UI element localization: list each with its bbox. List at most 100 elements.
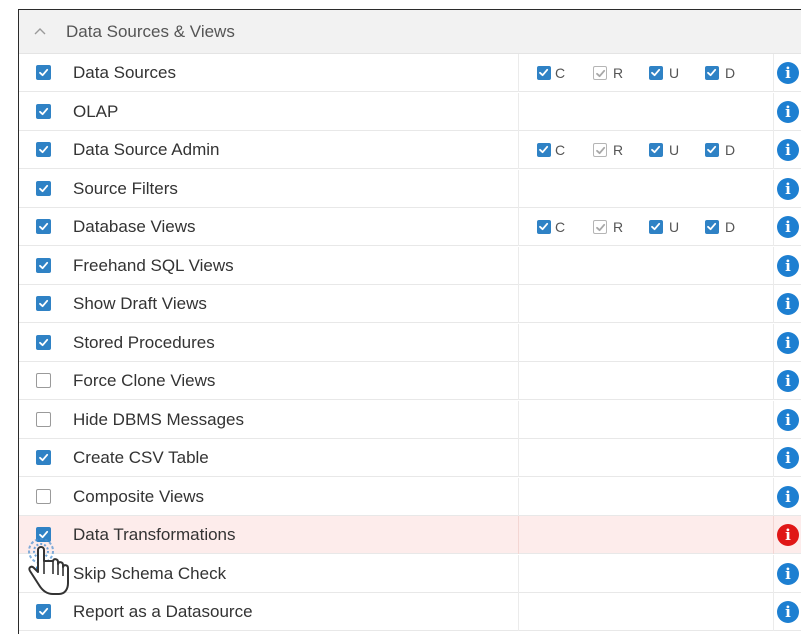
crud-checkbox-u[interactable] (649, 220, 663, 234)
section-title: Data Sources & Views (66, 22, 235, 41)
crud-label-u: U (669, 142, 680, 158)
crud-checkbox-r[interactable] (593, 220, 607, 234)
crud-checkbox-u[interactable] (649, 143, 663, 157)
info-icon[interactable]: i (777, 255, 799, 277)
checkbox-data-sources[interactable] (36, 65, 51, 80)
column-divider (773, 516, 774, 554)
permission-label: Force Clone Views (73, 371, 216, 390)
checkbox-data-transformations[interactable] (36, 527, 51, 542)
panel-border-top (18, 9, 801, 10)
info-icon[interactable]: i (777, 601, 799, 623)
checkbox-source-filters[interactable] (36, 181, 51, 196)
info-icon[interactable]: i (777, 332, 799, 354)
crud-checkbox-r[interactable] (593, 143, 607, 157)
permission-row-olap: OLAP i (19, 93, 801, 131)
info-icon[interactable]: i (777, 178, 799, 200)
checkbox-show-draft-views[interactable] (36, 296, 51, 311)
crud-label-d: D (725, 142, 736, 158)
permission-label: Stored Procedures (73, 333, 215, 352)
crud-checkbox-c[interactable] (537, 66, 551, 80)
permission-label: Skip Schema Check (73, 564, 227, 583)
permission-row-data-transformations: Data Transformations i (19, 516, 801, 554)
checkbox-database-views[interactable] (36, 219, 51, 234)
permission-label: Show Draft Views (73, 294, 207, 313)
info-icon[interactable]: i (777, 101, 799, 123)
chevron-up-icon[interactable] (33, 24, 47, 38)
column-divider (518, 324, 519, 362)
crud-checkbox-d[interactable] (705, 66, 719, 80)
crud-label-c: C (555, 219, 566, 235)
permission-row-freehand-sql-views: Freehand SQL Views i (19, 247, 801, 285)
column-divider (773, 324, 774, 362)
checkbox-freehand-sql-views[interactable] (36, 258, 51, 273)
column-divider (518, 439, 519, 477)
info-icon[interactable]: i (777, 293, 799, 315)
checkbox-report-as-a-datasource[interactable] (36, 604, 51, 619)
crud-label-c: C (555, 65, 566, 81)
crud-checkbox-d[interactable] (705, 220, 719, 234)
permission-label: Report as a Datasource (73, 602, 253, 621)
column-divider (773, 401, 774, 439)
crud-checkbox-d[interactable] (705, 143, 719, 157)
column-divider (773, 439, 774, 477)
column-divider (773, 285, 774, 323)
permission-label: OLAP (73, 102, 119, 121)
info-icon[interactable]: i (777, 216, 799, 238)
column-divider (773, 208, 774, 246)
info-icon[interactable]: i (777, 447, 799, 469)
crud-checkbox-r[interactable] (593, 66, 607, 80)
column-divider (518, 593, 519, 631)
permission-row-hide-dbms-messages: Hide DBMS Messages i (19, 401, 801, 439)
crud-checkbox-c[interactable] (537, 143, 551, 157)
crud-checkbox-c[interactable] (537, 220, 551, 234)
info-icon[interactable]: i (777, 409, 799, 431)
permission-label: Create CSV Table (73, 448, 209, 467)
permission-row-source-filters: Source Filters i (19, 170, 801, 208)
section-header[interactable]: Data Sources & Views (19, 10, 801, 54)
crud-checkbox-u[interactable] (649, 66, 663, 80)
checkbox-olap[interactable] (36, 104, 51, 119)
column-divider (518, 362, 519, 400)
permission-row-database-views: Database Views C R U Di (19, 208, 801, 246)
permissions-panel: Data Sources & Views Data Sources C R U Di OL… (0, 0, 801, 634)
info-icon[interactable]: i (777, 563, 799, 585)
info-icon[interactable]: i (777, 370, 799, 392)
permission-label: Hide DBMS Messages (73, 410, 245, 429)
checkbox-hide-dbms-messages[interactable] (36, 412, 51, 427)
permission-row-force-clone-views: Force Clone Views i (19, 362, 801, 400)
column-divider (518, 555, 519, 593)
permission-label: Database Views (73, 217, 196, 236)
permission-label: Freehand SQL Views (73, 256, 234, 275)
crud-label-d: D (725, 65, 736, 81)
checkbox-skip-schema-check[interactable] (36, 566, 51, 581)
crud-label-u: U (669, 219, 680, 235)
alert-info-icon[interactable]: i (777, 524, 799, 546)
column-divider (518, 170, 519, 208)
checkbox-composite-views[interactable] (36, 489, 51, 504)
info-icon[interactable]: i (777, 486, 799, 508)
checkbox-stored-procedures[interactable] (36, 335, 51, 350)
checkbox-data-source-admin[interactable] (36, 142, 51, 157)
column-divider (773, 593, 774, 631)
info-icon[interactable]: i (777, 139, 799, 161)
panel-border-left (18, 9, 19, 634)
permission-label: Source Filters (73, 179, 178, 198)
checkbox-force-clone-views[interactable] (36, 373, 51, 388)
column-divider (773, 170, 774, 208)
permission-row-data-sources: Data Sources C R U Di (19, 54, 801, 92)
column-divider (518, 401, 519, 439)
column-divider (518, 285, 519, 323)
column-divider (773, 478, 774, 516)
column-divider (773, 555, 774, 593)
crud-label-r: R (613, 219, 624, 235)
checkbox-create-csv-table[interactable] (36, 450, 51, 465)
crud-label-r: R (613, 142, 624, 158)
column-divider (518, 516, 519, 554)
permission-row-data-source-admin: Data Source Admin C R U Di (19, 131, 801, 169)
info-icon[interactable]: i (777, 62, 799, 84)
column-divider (518, 478, 519, 516)
permission-row-composite-views: Composite Views i (19, 478, 801, 516)
column-divider (518, 93, 519, 131)
crud-label-u: U (669, 65, 680, 81)
crud-label-d: D (725, 219, 736, 235)
